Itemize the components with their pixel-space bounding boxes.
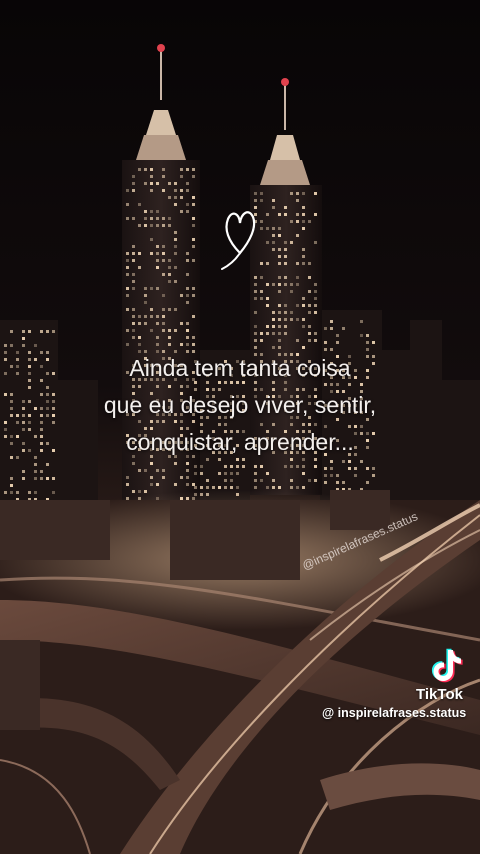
video-frame: Ainda tem tanta coisa que eu desejo vive… [0, 0, 480, 854]
tiktok-watermark: TikTok @ inspirelafrases.status [320, 646, 480, 726]
quote-line: que eu desejo viver, sentir, [103, 392, 377, 418]
tiktok-logo-icon [431, 648, 463, 683]
tiktok-handle: @ inspirelafrases.status [322, 706, 467, 720]
quote-line: Ainda tem tanta coisa [129, 355, 351, 381]
heart-doodle-icon [221, 211, 256, 270]
quote-line: conquistar, aprender... [126, 429, 354, 455]
quote-text: Ainda tem tanta coisa que eu desejo vive… [0, 350, 480, 461]
tiktok-brand-label: TikTok [416, 686, 463, 703]
